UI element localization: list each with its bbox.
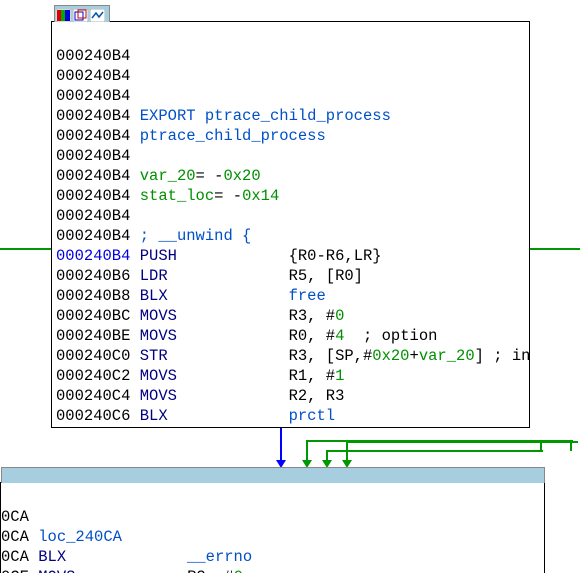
addr: 000240B4	[56, 227, 130, 245]
addr: 000240B4	[56, 87, 130, 105]
titlebar-icon-2	[73, 8, 88, 21]
addr: 000240B4	[56, 207, 130, 225]
pad	[168, 267, 289, 285]
number: 1	[335, 367, 344, 385]
operand: R3, [SP,#	[289, 347, 373, 365]
operand: R3, #	[187, 568, 234, 573]
number: 4	[335, 327, 344, 345]
addr-frag: 0CA	[1, 508, 29, 526]
mnemonic: BLX	[38, 548, 66, 566]
addr: 000240B6	[56, 267, 130, 285]
operand: R3, #	[289, 307, 336, 325]
addr: 000240B4	[56, 47, 130, 65]
number: 0	[234, 568, 243, 573]
var-decl: stat_loc	[140, 187, 214, 205]
mnemonic: BLX	[140, 287, 168, 305]
addr: 000240B4	[56, 107, 130, 125]
pad	[168, 347, 289, 365]
addr-frag: 0CE	[1, 568, 29, 573]
mnemonic: MOVS	[140, 367, 177, 385]
addr-frag: 0CA	[1, 528, 29, 546]
operand: R1, #	[289, 367, 336, 385]
symbol-name: ptrace_child_process	[140, 127, 326, 145]
pad	[177, 307, 289, 325]
pad	[177, 247, 289, 265]
pad	[168, 287, 289, 305]
code-text-main: 000240B4 000240B4 000240B4 000240B4 EXPO…	[52, 22, 529, 427]
loc-label: loc_240CA	[38, 528, 122, 546]
addr: 000240C0	[56, 347, 130, 365]
addr-link[interactable]: 000240B4	[56, 247, 130, 265]
number: 0x20	[223, 167, 260, 185]
operand: R2, R3	[289, 387, 345, 405]
operand: ] ; int	[475, 347, 529, 365]
titlebar-icon-1	[56, 8, 71, 21]
addr: 000240B4	[56, 187, 130, 205]
addr: 000240C2	[56, 367, 130, 385]
addr-frag: 0CA	[1, 548, 29, 566]
pad	[177, 367, 289, 385]
mnemonic: MOVS	[38, 568, 75, 573]
keyword-export: EXPORT	[140, 107, 196, 125]
operand: R5, [R0]	[289, 267, 363, 285]
number: 0	[335, 307, 344, 325]
eq-text: = -	[214, 187, 242, 205]
operand: {R0-R6,LR}	[289, 247, 382, 265]
pad	[75, 568, 187, 573]
comment-line: ; __unwind {	[140, 227, 252, 245]
disassembly-block-main[interactable]: 000240B4 000240B4 000240B4 000240B4 EXPO…	[51, 21, 530, 428]
operand: R0, #	[289, 327, 336, 345]
addr: 000240BE	[56, 327, 130, 345]
number: 0x14	[242, 187, 279, 205]
mnemonic: PUSH	[140, 247, 177, 265]
flow-edge-horizontal	[346, 441, 578, 443]
var-ref: var_20	[419, 347, 475, 365]
mnemonic: MOVS	[140, 307, 177, 325]
mnemonic: MOVS	[140, 387, 177, 405]
comment-text: ; option	[344, 327, 437, 345]
addr: 000240B4	[56, 147, 130, 165]
block-titlebar	[54, 5, 110, 22]
addr: 000240C6	[56, 407, 130, 425]
number: 0x20	[372, 347, 409, 365]
eq-text: = -	[196, 167, 224, 185]
addr: 000240B4	[56, 127, 130, 145]
pad	[66, 548, 187, 566]
mnemonic: MOVS	[140, 327, 177, 345]
mnemonic: BLX	[140, 407, 168, 425]
pad	[177, 327, 289, 345]
mnemonic: STR	[140, 347, 168, 365]
symbol-name: ptrace_child_process	[205, 107, 391, 125]
disassembly-block-loc[interactable]: 0CA 0CA loc_240CA 0CA BLX __errno 0CE MO…	[0, 482, 545, 573]
flow-edge-horizontal	[326, 450, 543, 452]
operand-call: __errno	[187, 548, 252, 566]
addr: 000240B8	[56, 287, 130, 305]
addr: 000240BC	[56, 307, 130, 325]
code-text-loc: 0CA 0CA loc_240CA 0CA BLX __errno 0CE MO…	[1, 483, 544, 573]
addr: 000240C4	[56, 387, 130, 405]
operand: +	[410, 347, 419, 365]
addr: 000240B4	[56, 67, 130, 85]
var-decl: var_20	[140, 167, 196, 185]
pad	[168, 407, 289, 425]
operand-call: free	[289, 287, 326, 305]
operand-call: prctl	[289, 407, 336, 425]
pad	[177, 387, 289, 405]
mnemonic: LDR	[140, 267, 168, 285]
addr: 000240B4	[56, 167, 130, 185]
block-titlebar	[1, 467, 545, 483]
titlebar-icon-3	[90, 8, 105, 21]
